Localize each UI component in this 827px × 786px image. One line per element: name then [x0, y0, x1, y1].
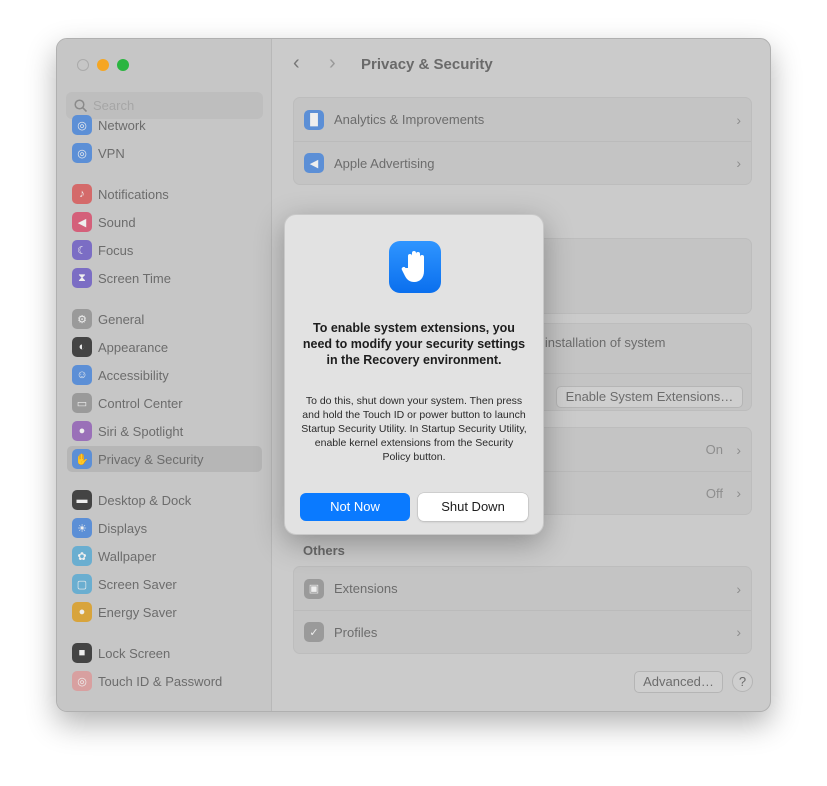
- sidebar-item-label: VPN: [98, 145, 125, 161]
- help-button[interactable]: ?: [732, 671, 753, 692]
- row-extensions[interactable]: ▣ Extensions ›: [294, 567, 751, 610]
- sidebar-item-label: Siri & Spotlight: [98, 423, 184, 439]
- sidebar-item-screen-saver[interactable]: ▢ Screen Saver: [67, 571, 262, 597]
- forward-button[interactable]: ›: [329, 52, 336, 75]
- sidebar-item-accessibility[interactable]: ☺ Accessibility: [67, 362, 262, 388]
- close-button[interactable]: [77, 59, 89, 71]
- checkmark-shield-icon: ✓: [304, 622, 324, 642]
- enable-system-extensions-button[interactable]: Enable System Extensions…: [556, 386, 743, 408]
- accessibility-icon: ☺: [72, 365, 92, 385]
- dialog-body: To do this, shut down your system. Then …: [301, 395, 527, 463]
- sidebar-item-label: Lock Screen: [98, 645, 171, 661]
- chevron-right-icon: ›: [736, 111, 741, 128]
- row-label: Analytics & Improvements: [334, 112, 485, 127]
- sidebar-item-network[interactable]: ◎ Network: [67, 112, 262, 138]
- extensions-icon: ▣: [304, 578, 324, 599]
- hourglass-icon: ⧗: [72, 268, 92, 288]
- sidebar-item-energy-saver[interactable]: ● Energy Saver: [67, 599, 262, 625]
- card-others: ▣ Extensions › ✓ Profiles ›: [293, 566, 752, 654]
- flower-icon: ✿: [72, 546, 92, 566]
- sidebar-item-general[interactable]: ⚙ General: [67, 306, 262, 332]
- sidebar-item-appearance[interactable]: ◐ Appearance: [67, 334, 262, 360]
- row-value: On: [705, 442, 723, 457]
- sidebar-item-control-center[interactable]: ▭ Control Center: [67, 390, 262, 416]
- card-analytics: █ Analytics & Improvements › ◀ Apple Advert…: [293, 97, 752, 185]
- not-now-button[interactable]: Not Now: [300, 493, 410, 521]
- security-text: e installation of system: [534, 335, 666, 350]
- sidebar-item-label: Energy Saver: [98, 604, 177, 620]
- dialog-heading: To enable system extensions, you need to…: [302, 321, 526, 367]
- sidebar-item-wallpaper[interactable]: ✿ Wallpaper: [67, 543, 262, 569]
- vpn-globe-icon: ◎: [72, 143, 92, 163]
- chevron-right-icon: ›: [736, 155, 741, 171]
- row-profiles[interactable]: ✓ Profiles ›: [294, 610, 751, 653]
- page-title: Privacy & Security: [361, 56, 493, 73]
- screensaver-icon: ▢: [72, 574, 92, 594]
- megaphone-icon: ◀: [304, 153, 324, 173]
- sidebar-item-label: Wallpaper: [98, 548, 157, 564]
- minimize-button[interactable]: [97, 59, 109, 71]
- sidebar-item-screen-time[interactable]: ⧗ Screen Time: [67, 265, 262, 291]
- sidebar-item-label: Desktop & Dock: [98, 492, 192, 508]
- alert-dialog: To enable system extensions, you need to…: [284, 214, 544, 535]
- sun-icon: ☀: [72, 518, 92, 538]
- advanced-button[interactable]: Advanced…: [634, 671, 723, 693]
- back-button[interactable]: ‹: [293, 52, 300, 75]
- sidebar-item-label: Accessibility: [98, 367, 169, 383]
- sidebar-item-privacy-security[interactable]: ✋ Privacy & Security: [67, 446, 262, 472]
- sidebar-item-label: General: [98, 311, 145, 327]
- hand-raised-icon: [389, 241, 441, 293]
- sidebar-item-label: Screen Time: [98, 270, 171, 286]
- row-value: Off: [705, 485, 723, 501]
- zoom-button[interactable]: [117, 59, 129, 71]
- search-placeholder: Search: [93, 98, 135, 113]
- sidebar-item-label: Touch ID & Password: [98, 673, 223, 689]
- row-label: Apple Advertising: [334, 155, 435, 171]
- sidebar-item-sound[interactable]: ◀ Sound: [67, 209, 262, 235]
- fingerprint-icon: ◎: [72, 671, 92, 691]
- globe-icon: ◎: [72, 115, 92, 135]
- sidebar-item-label: Control Center: [98, 395, 183, 411]
- bulb-icon: ●: [72, 602, 92, 622]
- sidebar-item-lock-screen[interactable]: ■ Lock Screen: [67, 640, 262, 666]
- chevron-right-icon: ›: [736, 624, 741, 640]
- toggles-icon: ▭: [72, 393, 92, 413]
- sidebar-item-label: Appearance: [98, 339, 169, 355]
- sidebar-item-label: Focus: [98, 242, 134, 258]
- sidebar-item-label: Notifications: [98, 186, 169, 202]
- appearance-icon: ◐: [72, 337, 92, 357]
- hand-icon: ✋: [72, 449, 92, 469]
- sidebar-item-focus[interactable]: ☾ Focus: [67, 237, 262, 263]
- gear-icon: ⚙: [72, 309, 92, 329]
- search-icon: [74, 99, 87, 112]
- dock-icon: ▬: [72, 490, 92, 510]
- chevron-right-icon: ›: [736, 580, 741, 597]
- sidebar-item-siri-spotlight[interactable]: ● Siri & Spotlight: [67, 418, 262, 444]
- row-analytics[interactable]: █ Analytics & Improvements ›: [294, 98, 751, 141]
- speaker-icon: ◀: [72, 212, 92, 232]
- chart-icon: █: [304, 109, 324, 130]
- sidebar-item-label: Privacy & Security: [98, 451, 204, 467]
- chevron-right-icon: ›: [736, 485, 741, 501]
- sidebar-item-label: Screen Saver: [98, 576, 177, 592]
- others-heading: Others: [303, 543, 345, 558]
- bell-icon: ♪: [72, 184, 92, 204]
- sidebar: Search ◎ Network ◎ VPN ♪ Notifications ◀ Sound ☾…: [57, 39, 272, 711]
- row-apple-advertising[interactable]: ◀ Apple Advertising ›: [294, 141, 751, 184]
- sidebar-item-displays[interactable]: ☀ Displays: [67, 515, 262, 541]
- sidebar-item-label: Network: [98, 117, 146, 133]
- row-label: Profiles: [334, 624, 378, 640]
- moon-icon: ☾: [72, 240, 92, 260]
- shut-down-button[interactable]: Shut Down: [418, 493, 528, 521]
- row-label: Extensions: [334, 581, 398, 596]
- sidebar-item-touch-id-password[interactable]: ◎ Touch ID & Password: [67, 668, 262, 694]
- sidebar-item-desktop-dock[interactable]: ▬ Desktop & Dock: [67, 487, 262, 513]
- sidebar-item-label: Sound: [98, 214, 136, 230]
- sidebar-item-label: Displays: [98, 520, 148, 536]
- sidebar-item-notifications[interactable]: ♪ Notifications: [67, 181, 262, 207]
- sidebar-item-vpn[interactable]: ◎ VPN: [67, 140, 262, 166]
- siri-icon: ●: [72, 421, 92, 441]
- lock-icon: ■: [72, 643, 92, 663]
- chevron-right-icon: ›: [736, 441, 741, 458]
